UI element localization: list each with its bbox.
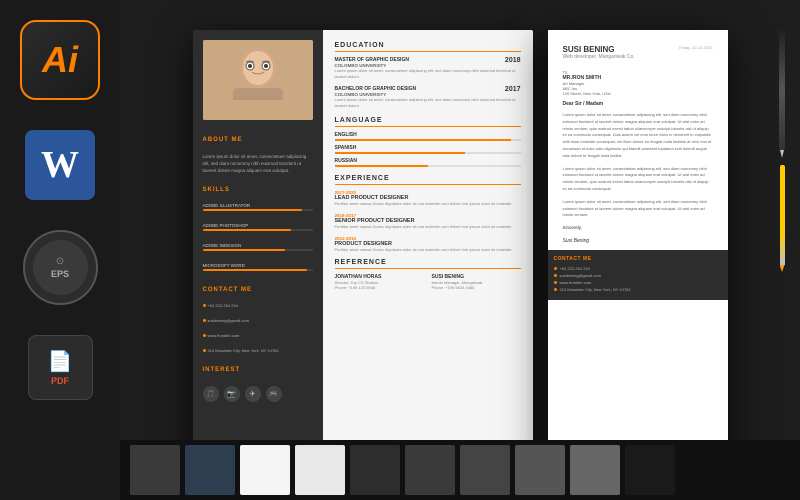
- reference-section: REFERENCE JONATHAN HORAS Director, Top C…: [335, 259, 521, 290]
- resume-sidebar: ABOUT ME Lorem ipsum dolor sit amet, con…: [193, 30, 323, 470]
- language-header: LANGUAGE: [335, 117, 521, 127]
- cl-para-1: Lorem ipsum dolor sit amet, consectetuer…: [563, 112, 713, 160]
- skill-photoshop: ADOBE PHOTOSHOP: [203, 223, 313, 231]
- cl-date: Friday, 10-10-2023: [679, 45, 713, 50]
- lang-russian: RUSSIAN: [335, 158, 521, 167]
- pen-decoration: [779, 30, 785, 265]
- contact-phone: +62 222-334 234: [203, 303, 313, 308]
- pdf-icon-symbol: 📄: [48, 349, 73, 374]
- skill-fill-2: [203, 229, 291, 231]
- resume-photo: [203, 40, 313, 120]
- thumb-2[interactable]: [185, 445, 235, 495]
- skill-fill-3: [203, 249, 286, 251]
- dock-icon-word[interactable]: W: [25, 130, 95, 200]
- about-me-text: Lorem ipsum dolor sit amet, consectetuer…: [203, 153, 313, 175]
- interest-icon-travel: ✈: [245, 386, 261, 402]
- dock-icon-eps[interactable]: ⊙ EPS: [23, 230, 98, 305]
- ref-item-2: SUSI BENING Admin Manager, Mangarwak Pho…: [432, 274, 521, 290]
- thumb-4[interactable]: [295, 445, 345, 495]
- experience-section: EXPERIENCE 2017-2020 LEAD PRODUCT DESIGN…: [335, 175, 521, 253]
- cl-signature: Susi Bening: [563, 238, 713, 244]
- word-icon-label: W: [41, 143, 79, 187]
- thumb-1[interactable]: [130, 445, 180, 495]
- skill-fill-4: [203, 269, 308, 271]
- skill-fill-1: [203, 209, 302, 211]
- thumb-5[interactable]: [350, 445, 400, 495]
- thumb-6[interactable]: [405, 445, 455, 495]
- cl-contact-website: www.frontdirt.com: [554, 280, 722, 285]
- eps-icon-label: EPS: [51, 269, 69, 279]
- exp-item-1: 2017-2020 LEAD PRODUCT DESIGNER Porttito…: [335, 190, 521, 207]
- education-header: EDUCATION: [335, 42, 521, 52]
- dock-icon-ai[interactable]: Ai: [20, 20, 100, 100]
- cl-para-2: Lorem ipsum dolor sit amet, consectetuer…: [563, 166, 713, 193]
- skill-name-2: ADOBE PHOTOSHOP: [203, 223, 313, 228]
- cl-contact-address: 312 Mountain City, New York, NY 10783: [554, 287, 722, 292]
- interest-icon-photo: 📷: [224, 386, 240, 402]
- contact-email: susibening@gmail.com: [203, 318, 313, 323]
- edu-item-2: BACHELOR OF GRAPHIC DESIGN COLOMBO UNIVE…: [335, 86, 521, 109]
- skill-name-3: ADOBE INDESIGN: [203, 243, 313, 248]
- content-area: ABOUT ME Lorem ipsum dolor sit amet, con…: [120, 0, 800, 500]
- lang-english: ENGLISH: [335, 132, 521, 141]
- references: JONATHAN HORAS Director, Top CS Studios …: [335, 274, 521, 290]
- desktop: Ai W ⊙ EPS 📄 PDF: [0, 0, 800, 500]
- lang-spanish: SPANISH: [335, 145, 521, 154]
- exp-item-2: 2016-2017 SENIOR PRODUCT DESIGNER Portti…: [335, 213, 521, 230]
- reference-header: REFERENCE: [335, 259, 521, 269]
- resume-main: EDUCATION MASTER OF GRAPHIC DESIGN COLOM…: [323, 30, 533, 470]
- contact-me-title: CONTACT ME: [203, 287, 313, 293]
- photo-placeholder: [203, 40, 313, 120]
- thumb-3[interactable]: [240, 445, 290, 495]
- about-me-title: ABOUT ME: [203, 137, 313, 143]
- contact-address: 312 Mountain City, New York, NY 10783: [203, 348, 313, 353]
- cover-letter-document: SUSI BENING Web developer, Mangariwak Co…: [548, 30, 728, 470]
- thumb-8[interactable]: [515, 445, 565, 495]
- interest-title: INTEREST: [203, 367, 313, 373]
- exp-item-3: 2012-2016 PRODUCT DESIGNER Porttitor ame…: [335, 236, 521, 253]
- thumb-7[interactable]: [460, 445, 510, 495]
- eps-inner: ⊙ EPS: [33, 240, 88, 295]
- skill-name-4: MICROSOFT WORD: [203, 263, 313, 268]
- skill-word: MICROSOFT WORD: [203, 263, 313, 271]
- cl-name-block: SUSI BENING Web developer, Mangariwak Co…: [563, 45, 635, 60]
- dock: Ai W ⊙ EPS 📄 PDF: [0, 0, 120, 500]
- cl-closing-block: Sincerely, Susi Bening: [563, 225, 713, 244]
- contact-website: www.frontdirt.com: [203, 333, 313, 338]
- photo-svg: [203, 40, 313, 120]
- skill-illustrator: ADOBE ILLUSTRATOR: [203, 203, 313, 211]
- pen-object: [779, 30, 785, 150]
- language-section: LANGUAGE ENGLISH SPANISH RUSSIAN: [335, 117, 521, 167]
- cl-para-3: Lorem ipsum dolor sit amet, consectetuer…: [563, 199, 713, 219]
- education-section: EDUCATION MASTER OF GRAPHIC DESIGN COLOM…: [335, 42, 521, 109]
- eps-icon-symbol: ⊙: [56, 256, 64, 267]
- interest-icons: 🎵 📷 ✈ 🎮: [203, 386, 313, 402]
- resume-document: ABOUT ME Lorem ipsum dolor sit amet, con…: [193, 30, 533, 470]
- bottom-preview-strip: [120, 440, 800, 500]
- cl-contact-title: Contact Me: [554, 256, 722, 262]
- skills-title: SKILLS: [203, 187, 313, 193]
- experience-header: EXPERIENCE: [335, 175, 521, 185]
- cl-to-block: To: MR./RON SMITH Art Manager ABC Inc. 1…: [563, 70, 713, 96]
- thumb-9[interactable]: [570, 445, 620, 495]
- edu-item-1: MASTER OF GRAPHIC DESIGN COLOMBO UNIVERS…: [335, 57, 521, 80]
- cl-contact-phone: +62 222-334 234: [554, 266, 722, 271]
- skill-name-1: ADOBE ILLUSTRATOR: [203, 203, 313, 208]
- dock-icon-pdf[interactable]: 📄 PDF: [28, 335, 93, 400]
- interest-icon-game: 🎮: [266, 386, 282, 402]
- thumb-10[interactable]: [625, 445, 675, 495]
- cl-header: SUSI BENING Web developer, Mangariwak Co…: [563, 45, 713, 60]
- interest-icon-music: 🎵: [203, 386, 219, 402]
- cl-contact-email: susibening@gmail.com: [554, 273, 722, 278]
- cl-contact-section: Contact Me +62 222-334 234 susibening@gm…: [548, 250, 728, 300]
- ref-item-1: JONATHAN HORAS Director, Top CS Studios …: [335, 274, 424, 290]
- skill-indesign: ADOBE INDESIGN: [203, 243, 313, 251]
- ai-icon-label: Ai: [42, 39, 78, 81]
- cl-greeting: Dear Sir / Madam: [563, 101, 713, 107]
- pencil-object: [780, 165, 785, 265]
- pdf-icon-label: PDF: [51, 376, 69, 386]
